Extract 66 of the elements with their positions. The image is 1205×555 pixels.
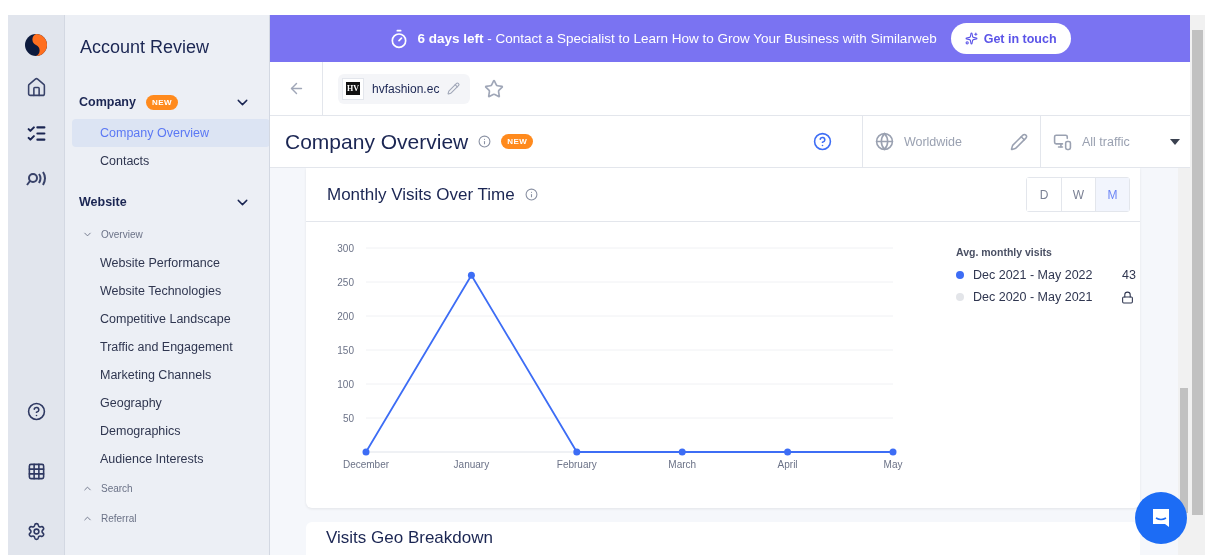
home-icon <box>25 76 47 98</box>
settings-icon <box>26 521 46 541</box>
data-point <box>678 448 686 456</box>
brand-logo-icon <box>24 33 48 57</box>
pencil-icon <box>1010 132 1028 151</box>
devices-icon <box>1053 132 1072 151</box>
sparkle-icon <box>964 32 978 45</box>
axis-tick-label: April <box>777 459 798 470</box>
domain-chip[interactable]: HV hvfashion.ec <box>338 73 471 104</box>
legend-label: Dec 2021 - May 2022 <box>973 268 1093 282</box>
page-title: Company Overview <box>285 129 469 154</box>
sidebar-item[interactable]: Contacts <box>72 147 269 175</box>
globe-icon <box>874 132 894 151</box>
sidebar-item[interactable]: Website Technologies <box>72 277 269 305</box>
axis-tick-label: January <box>453 459 490 470</box>
sidebar-item[interactable]: Website Performance <box>72 249 269 277</box>
get-in-touch-button[interactable]: Get in touch <box>950 23 1071 54</box>
group-label: Company <box>79 95 136 109</box>
caret-down-icon <box>1170 138 1180 145</box>
sidebar-item[interactable]: Geography <box>72 389 269 417</box>
legend-label: Dec 2020 - May 2021 <box>973 290 1093 304</box>
star-icon[interactable] <box>484 78 505 99</box>
new-badge: NEW <box>145 94 179 110</box>
axis-tick-label: May <box>883 459 903 470</box>
page-scrollbar[interactable] <box>1190 15 1205 555</box>
sidebar-item[interactable]: Demographics <box>72 417 269 445</box>
pencil-icon <box>447 82 461 95</box>
site-logo: HV <box>342 77 364 100</box>
help-icon <box>26 401 46 421</box>
new-badge: NEW <box>501 134 534 149</box>
sidebar-subgroup-header[interactable]: Search <box>65 473 269 503</box>
axis-tick-label: 200 <box>337 311 354 322</box>
card-title: Visits Geo Breakdown <box>326 528 493 547</box>
sidebar-group-header[interactable]: Website <box>65 185 269 219</box>
legend-value: 43 <box>1122 268 1136 282</box>
sidebar-item[interactable]: Traffic and Engagement <box>72 333 269 361</box>
sidebar-subgroup-header[interactable]: Overview <box>65 219 269 249</box>
sidebar-item[interactable]: Competitive Landscape <box>72 305 269 333</box>
data-point <box>784 448 792 456</box>
axis-tick-label: 150 <box>337 345 354 356</box>
axis-tick-label: 250 <box>337 277 354 288</box>
data-point <box>889 448 897 456</box>
sidebar-subgroup-header[interactable]: Referral <box>65 503 269 533</box>
scrollbar[interactable] <box>1178 168 1190 555</box>
signal-search-icon <box>25 170 47 188</box>
help-icon[interactable] <box>812 132 832 151</box>
card-title: Monthly Visits Over Time <box>327 184 515 205</box>
sidebar-title: Account Review <box>79 36 211 59</box>
axis-tick-label: February <box>556 459 597 470</box>
axis-tick-label: December <box>342 459 390 470</box>
sidebar-item[interactable]: Marketing Channels <box>72 361 269 389</box>
banner-message: 6 days left - Contact a Specialist to Learn How to Grow Your Business with Similarweb <box>417 31 937 46</box>
data-point <box>467 271 475 279</box>
data-point <box>362 448 370 456</box>
info-icon <box>524 188 538 201</box>
sidebar-group-header[interactable]: Company NEW <box>65 85 269 119</box>
axis-tick-label: March <box>668 459 697 470</box>
axis-tick-label: 300 <box>337 243 354 254</box>
info-icon <box>478 135 492 148</box>
legend-title: Avg. monthly visits <box>956 246 1053 258</box>
data-point <box>573 448 581 456</box>
axis-tick-label: 100 <box>337 379 354 390</box>
group-label: Website <box>79 195 127 209</box>
sidebar-item[interactable]: Audience Interests <box>72 445 269 473</box>
axis-tick-label: 50 <box>342 413 354 424</box>
grid-icon <box>26 461 46 481</box>
